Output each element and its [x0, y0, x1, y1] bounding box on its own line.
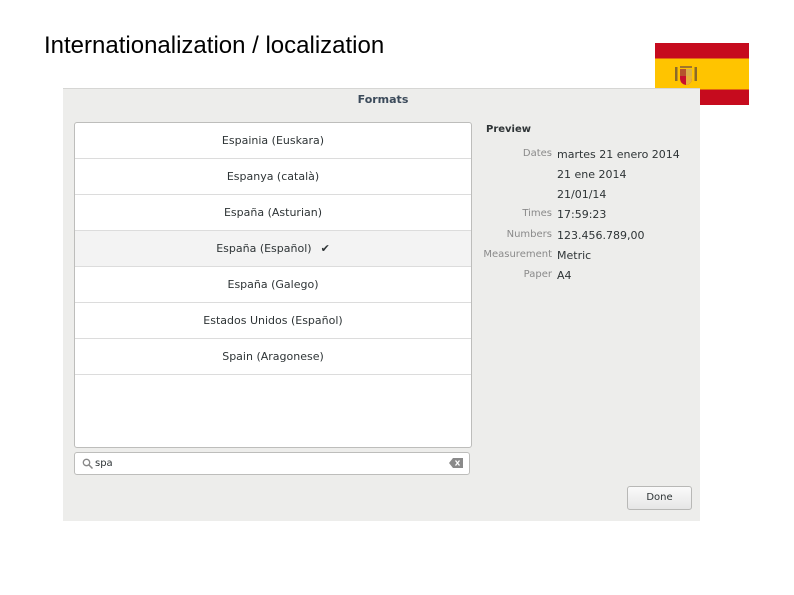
preview-measurement-row: Measurement Metric	[467, 249, 697, 265]
list-item-label: Espanya (català)	[226, 170, 320, 183]
checkmark-icon: ✔	[320, 242, 330, 255]
preview-dates-row-3: 21/01/14	[467, 188, 697, 204]
dialog-title: Formats	[357, 93, 409, 106]
list-item-label: Spain (Aragonese)	[222, 350, 324, 363]
formats-dialog: Formats Espainia (Euskara) Espanya (cata…	[63, 88, 700, 521]
list-item-label: Espainia (Euskara)	[221, 134, 325, 147]
preview-title: Preview	[486, 124, 532, 135]
dates-label: Dates	[522, 148, 552, 159]
dates-value: 21/01/14	[557, 188, 607, 201]
list-item[interactable]: España (Galego)	[75, 267, 471, 303]
numbers-label: Numbers	[506, 229, 552, 240]
list-item-label: España (Español)	[216, 242, 312, 255]
search-field	[74, 452, 470, 475]
preview-times-row: Times 17:59:23	[467, 208, 697, 224]
paper-value: A4	[557, 269, 572, 282]
times-label: Times	[522, 208, 552, 219]
dates-value: martes 21 enero 2014	[557, 148, 680, 161]
numbers-value: 123.456.789,00	[557, 229, 645, 242]
list-item-label: España (Galego)	[227, 278, 319, 291]
times-value: 17:59:23	[557, 208, 607, 221]
measurement-label: Measurement	[483, 249, 552, 260]
dates-value: 21 ene 2014	[557, 168, 627, 181]
formats-list: Espainia (Euskara) Espanya (català) Espa…	[74, 122, 472, 448]
preview-dates-row: Dates martes 21 enero 2014	[467, 148, 697, 164]
paper-label: Paper	[523, 269, 552, 280]
preview-paper-row: Paper A4	[467, 269, 697, 285]
list-item-label: Estados Unidos (Español)	[203, 314, 343, 327]
preview-numbers-row: Numbers 123.456.789,00	[467, 229, 697, 245]
measurement-value: Metric	[557, 249, 592, 262]
list-item[interactable]: Estados Unidos (Español)	[75, 303, 471, 339]
list-item[interactable]: Spain (Aragonese)	[75, 339, 471, 375]
search-input[interactable]	[95, 455, 435, 471]
clear-icon[interactable]	[449, 458, 463, 468]
preview-dates-row-2: 21 ene 2014	[467, 168, 697, 184]
done-button[interactable]: Done	[627, 486, 692, 510]
search-icon	[82, 458, 94, 470]
list-item-label: España (Asturian)	[223, 206, 323, 219]
list-item[interactable]: Espanya (català)	[75, 159, 471, 195]
coat-of-arms-icon	[675, 66, 697, 85]
list-item-selected[interactable]: España (Español) ✔	[75, 231, 471, 267]
list-item[interactable]: España (Asturian)	[75, 195, 471, 231]
slide-title: Internationalization / localization	[44, 32, 385, 59]
list-item[interactable]: Espainia (Euskara)	[75, 123, 471, 159]
